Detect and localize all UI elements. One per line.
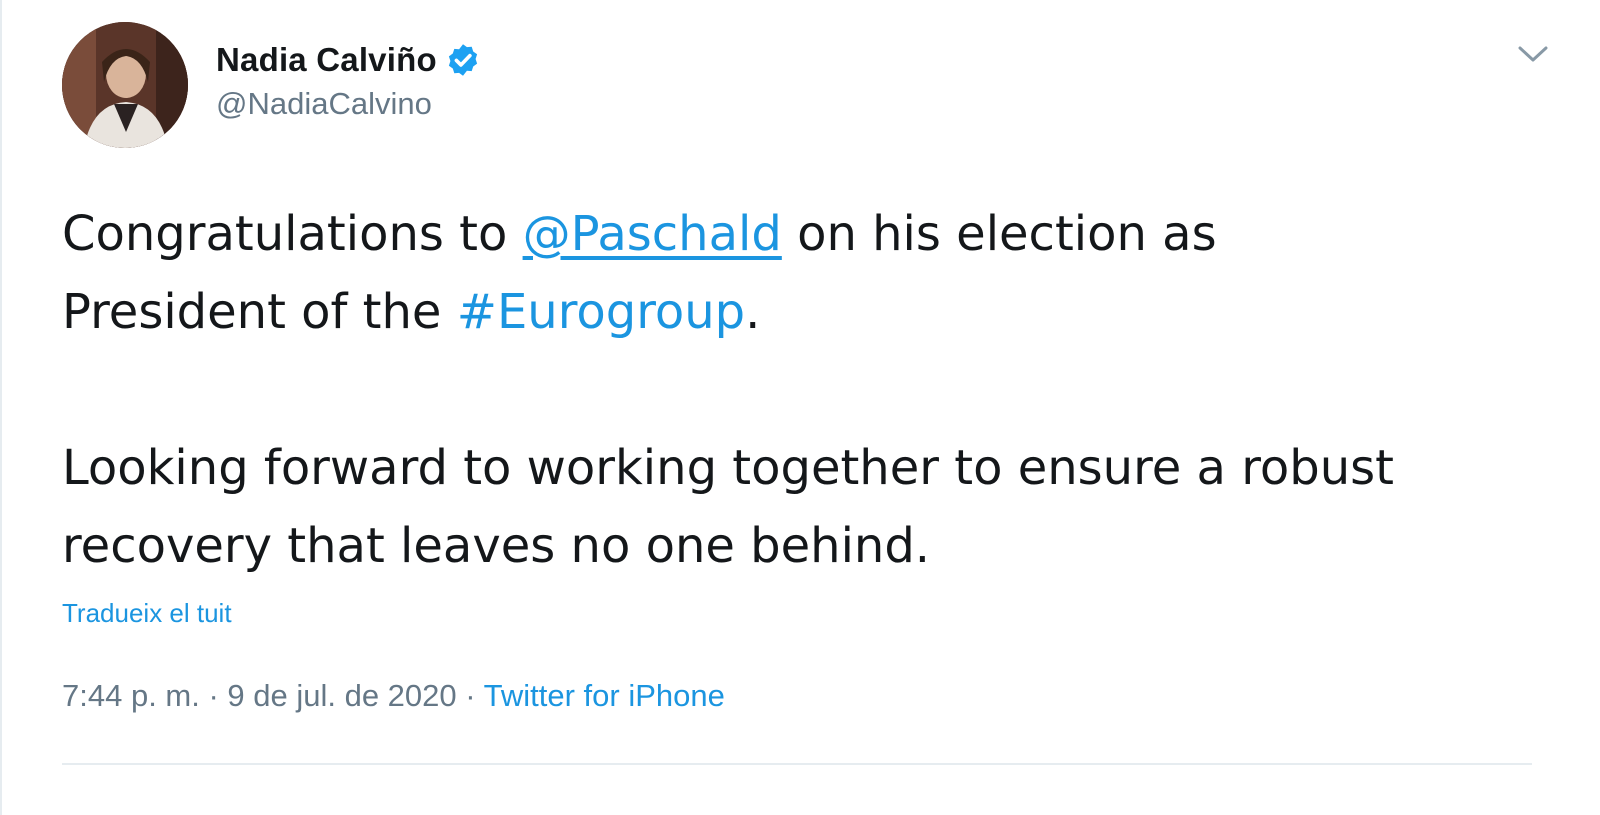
metadata-separator: · [456,678,484,713]
chevron-down-icon[interactable] [1516,42,1550,66]
tweet-text-segment: on his election as [781,206,1217,262]
author-handle[interactable]: @NadiaCalvino [216,86,481,122]
author-display-name[interactable]: Nadia Calviño [216,41,437,79]
tweet-card: Nadia Calviño @NadiaCalvino Congratulati… [0,0,1600,815]
profile-photo-icon [62,22,188,148]
hashtag-link[interactable]: #Eurogroup [457,284,745,340]
divider [62,763,1532,765]
tweet-metadata: 7:44 p. m. · 9 de jul. de 2020 · Twitter… [62,678,725,714]
author-header: Nadia Calviño @NadiaCalvino [216,38,481,122]
tweet-paragraph-1: Congratulations to @Paschald on his elec… [62,195,1572,351]
tweet-paragraph-2: Looking forward to working together to e… [62,440,1394,574]
tweet-text: Congratulations to @Paschald on his elec… [62,195,1572,585]
tweet-text-segment: President of the [62,284,457,340]
avatar[interactable] [62,22,188,148]
tweet-timestamp[interactable]: 7:44 p. m. · 9 de jul. de 2020 [62,678,457,713]
display-name-row: Nadia Calviño [216,38,481,82]
mention-link[interactable]: @Paschald [523,206,782,262]
translate-tweet-link[interactable]: Tradueix el tuit [62,598,232,629]
tweet-source-link[interactable]: Twitter for iPhone [484,678,725,713]
tweet-text-segment: . [745,284,761,340]
tweet-text-segment: Congratulations to [62,206,523,262]
verified-badge-icon [445,42,481,78]
